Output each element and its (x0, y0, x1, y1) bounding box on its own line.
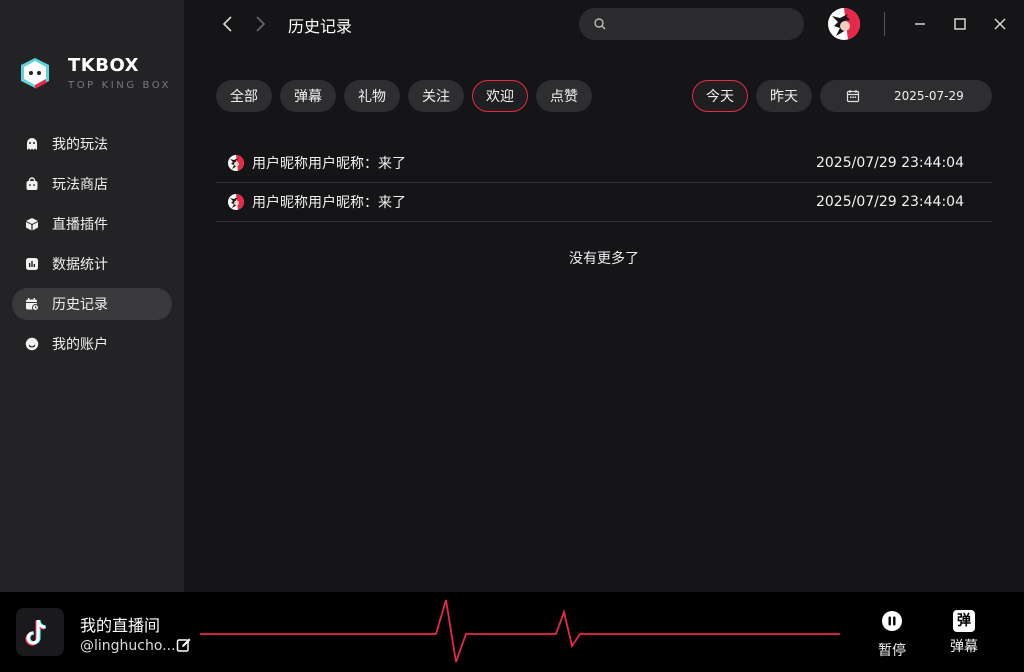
date-value: 2025-07-29 (894, 89, 964, 103)
sidebar-item-my-games[interactable]: 我的玩法 (12, 128, 172, 160)
date-picker[interactable]: 2025-07-29 (820, 80, 992, 112)
sidebar-item-label: 我的账户 (52, 337, 108, 353)
pause-icon (882, 611, 902, 631)
day-chip-yesterday[interactable]: 昨天 (756, 80, 812, 112)
divider (884, 12, 885, 36)
sidebar-item-label: 历史记录 (52, 297, 108, 313)
type-filter-bar: 全部 弹幕 礼物 关注 欢迎 点赞 (216, 80, 600, 112)
search-box[interactable] (579, 8, 804, 42)
close-icon[interactable] (990, 14, 1010, 34)
sidebar-item-live-plugins[interactable]: 直播插件 (12, 208, 172, 240)
search-icon (594, 18, 606, 30)
chevron-left-icon[interactable] (216, 12, 240, 36)
sidebar-item-label: 玩法商店 (52, 177, 108, 193)
list-item: 用户昵称用户昵称：来了 2025/07/29 23:44:04 (216, 144, 992, 183)
sidebar-item-game-store[interactable]: 玩法商店 (12, 168, 172, 200)
pause-label: 暂停 (878, 643, 906, 659)
tiktok-logo-icon (16, 608, 64, 656)
pause-button[interactable]: 暂停 (872, 610, 912, 660)
ghost-icon (24, 136, 40, 152)
cube-icon (24, 216, 40, 232)
page-title: 历史记录 (288, 17, 353, 36)
minimize-icon[interactable] (910, 14, 930, 34)
filter-chip-like[interactable]: 点赞 (536, 80, 592, 112)
app-title: TKBOX (68, 55, 139, 76)
danmaku-label: 弹幕 (950, 639, 978, 655)
danmaku-button[interactable]: 弹 弹幕 (944, 610, 984, 656)
record-time: 2025/07/29 23:44:04 (815, 155, 964, 171)
sidebar-item-label: 我的玩法 (52, 137, 108, 153)
history-list: 用户昵称用户昵称：来了 2025/07/29 23:44:04 用户昵称用户昵称… (216, 144, 992, 222)
day-chip-today[interactable]: 今天 (692, 80, 748, 112)
bottom-bar: 我的直播间 @linghucho... 暂停 弹 弹幕 (0, 592, 1024, 672)
filter-chip-all[interactable]: 全部 (216, 80, 272, 112)
avatar (228, 155, 244, 171)
room-name: 我的直播间 (80, 616, 161, 635)
record-text: 用户昵称用户昵称：来了 (252, 195, 406, 211)
filter-chip-welcome[interactable]: 欢迎 (472, 80, 528, 112)
calendar-icon (846, 90, 860, 103)
sidebar-item-label: 数据统计 (52, 257, 108, 273)
maximize-icon[interactable] (950, 14, 970, 34)
filter-chip-gift[interactable]: 礼物 (344, 80, 400, 112)
sidebar-nav: 我的玩法 玩法商店 直播插件 数据统计 历史记录 我的账户 (12, 128, 172, 368)
smiley-icon (24, 336, 40, 352)
bar-chart-icon (24, 256, 40, 272)
sidebar-item-statistics[interactable]: 数据统计 (12, 248, 172, 280)
sidebar-item-history[interactable]: 历史记录 (12, 288, 172, 320)
sidebar-item-label: 直播插件 (52, 217, 108, 233)
edit-icon[interactable] (176, 637, 192, 653)
filter-chip-follow[interactable]: 关注 (408, 80, 464, 112)
record-text: 用户昵称用户昵称：来了 (252, 156, 406, 172)
user-avatar[interactable] (828, 8, 860, 40)
chevron-right-icon[interactable] (248, 12, 272, 36)
search-input[interactable] (613, 8, 797, 42)
app-tagline: TOP KING BOX (68, 80, 172, 91)
shopping-bag-icon (24, 176, 40, 192)
top-bar: 历史记录 (184, 0, 1024, 48)
room-handle: @linghucho... (80, 638, 176, 654)
sidebar: TKBOX TOP KING BOX 我的玩法 玩法商店 直播插件 数据统计 历… (0, 0, 184, 592)
danmaku-icon: 弹 (953, 610, 975, 632)
list-item: 用户昵称用户昵称：来了 2025/07/29 23:44:04 (216, 183, 992, 222)
calendar-history-icon (24, 296, 40, 312)
no-more-text: 没有更多了 (569, 251, 639, 267)
avatar (228, 194, 244, 210)
tkbox-logo-icon (21, 58, 49, 89)
heartbeat-line (200, 599, 840, 663)
sidebar-item-my-account[interactable]: 我的账户 (12, 328, 172, 360)
filter-chip-danmaku[interactable]: 弹幕 (280, 80, 336, 112)
record-time: 2025/07/29 23:44:04 (815, 194, 964, 210)
